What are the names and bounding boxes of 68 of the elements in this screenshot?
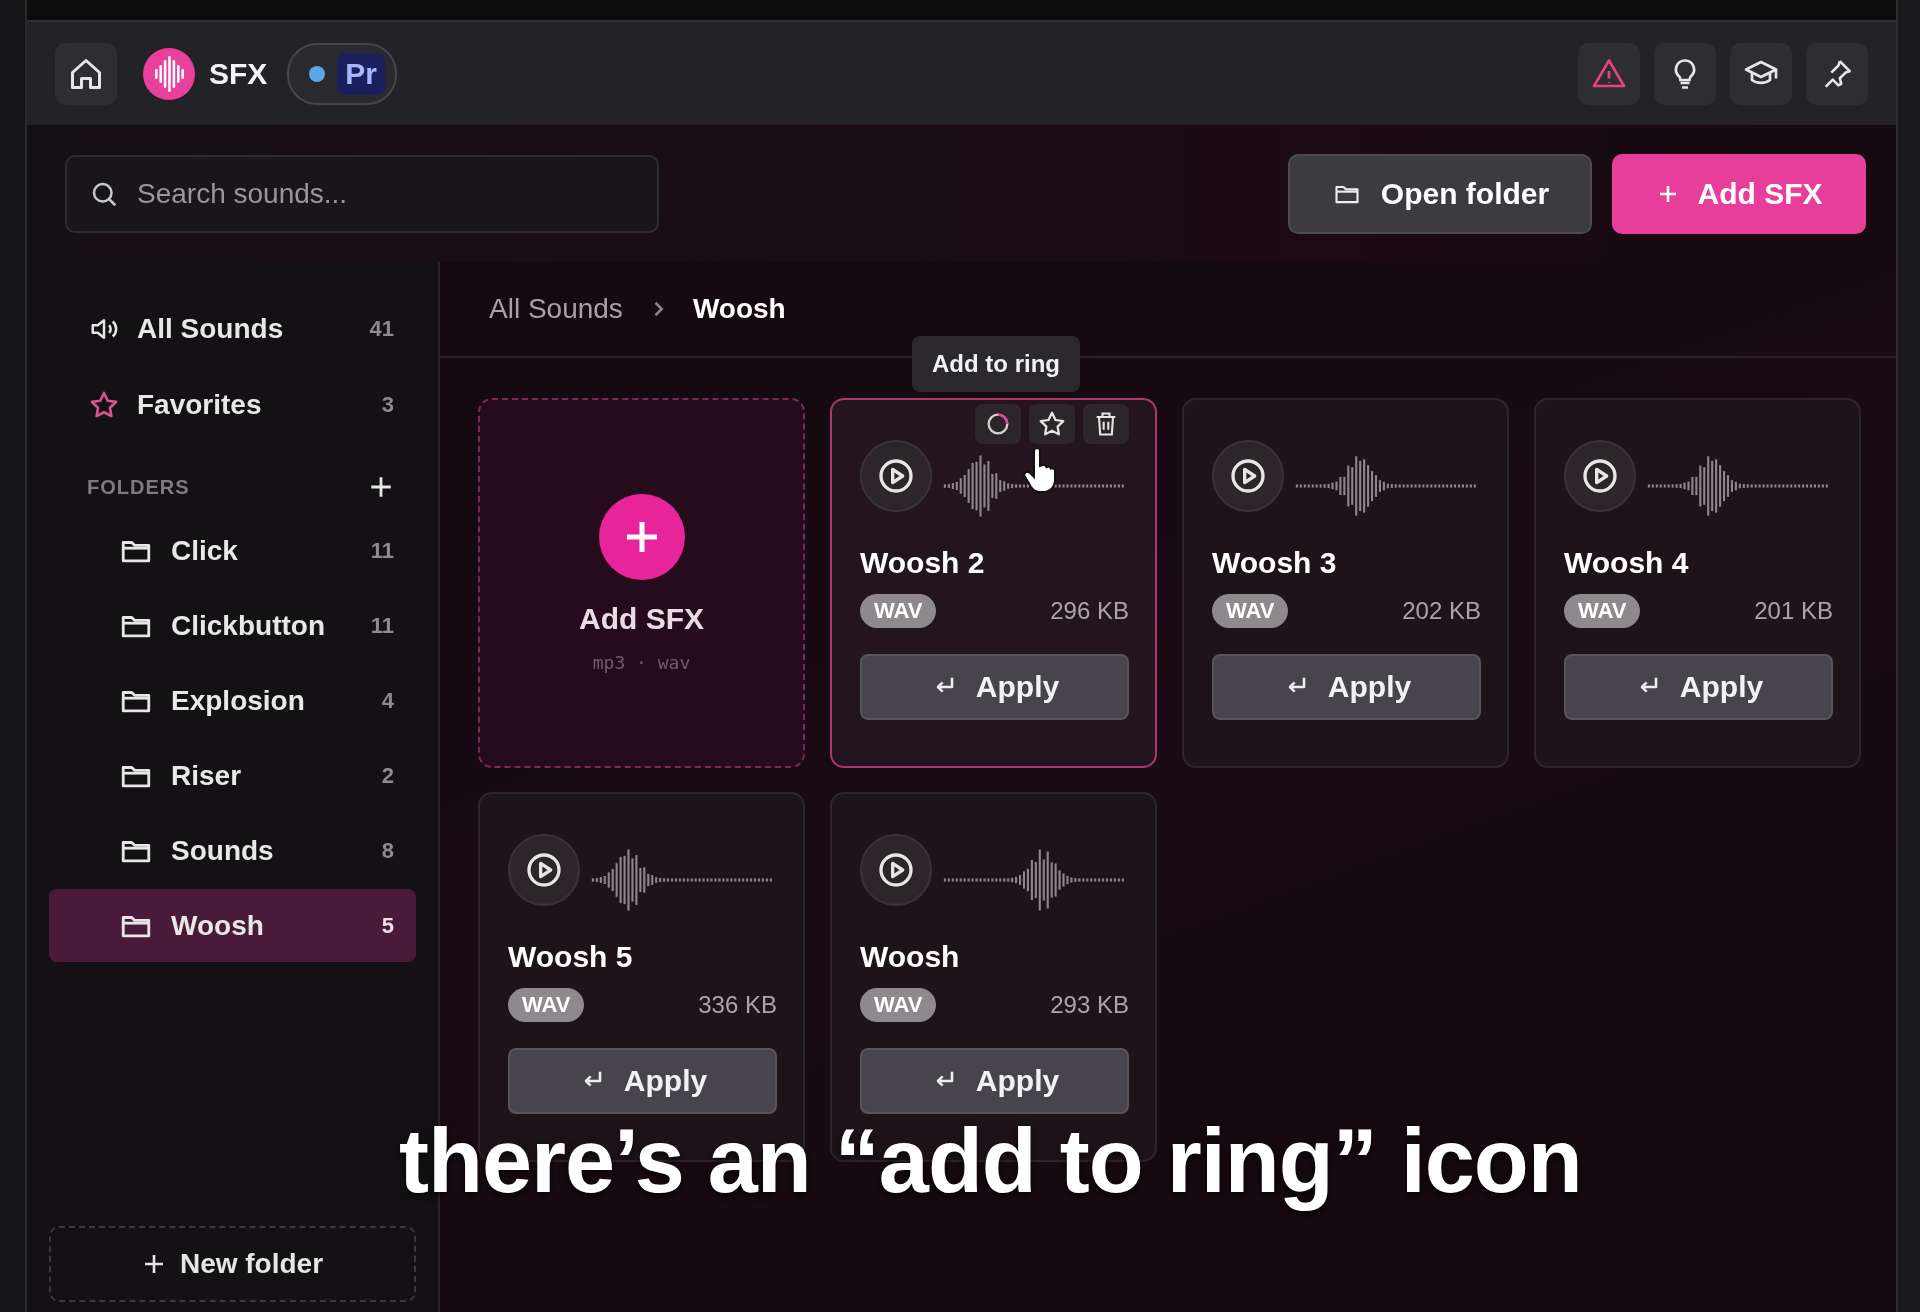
format-tag: WAV (508, 988, 585, 1022)
format-tag: WAV (860, 594, 937, 628)
item-count: 41 (369, 316, 394, 342)
play-icon (524, 850, 564, 890)
play-icon (1228, 456, 1268, 496)
folder-item[interactable]: Click 11 (49, 514, 416, 587)
folders-heading: FOLDERS (87, 475, 190, 499)
tooltip: Add to ring (912, 336, 1080, 392)
host-badge[interactable]: Pr (287, 42, 398, 105)
folder-item[interactable]: Woosh 5 (49, 889, 416, 962)
sound-title: Woosh 3 (1212, 546, 1338, 580)
apply-button[interactable]: Apply (508, 1048, 777, 1114)
breadcrumb-item: Woosh (692, 293, 786, 325)
format-tag: WAV (860, 988, 937, 1022)
apply-button[interactable]: Apply (1564, 654, 1833, 720)
delete-button[interactable] (1083, 404, 1129, 444)
item-count: 5 (381, 912, 394, 939)
format-tag: WAV (1564, 594, 1641, 628)
file-size: 293 KB (1050, 991, 1129, 1019)
add-icon (598, 493, 685, 580)
sound-title: Woosh 5 (508, 940, 634, 974)
sound-title: Woosh 2 (860, 546, 986, 580)
file-size: 296 KB (1050, 597, 1129, 625)
apply-button[interactable]: Apply (860, 654, 1129, 720)
play-icon (876, 850, 916, 890)
sound-card[interactable]: Woosh 3 WAV 202 KB Apply (1182, 398, 1509, 768)
item-count: 4 (381, 687, 394, 714)
new-folder-button[interactable]: New folder (49, 1226, 416, 1302)
folder-item[interactable]: Explosion 4 (49, 664, 416, 737)
format-tag: WAV (1212, 594, 1289, 628)
item-count: 2 (381, 762, 394, 789)
search-field[interactable]: Search sounds... (65, 154, 659, 233)
favorite-button[interactable] (1029, 404, 1075, 444)
pin-icon[interactable] (1806, 42, 1868, 105)
file-size: 201 KB (1754, 597, 1833, 625)
open-folder-button[interactable]: Open folder (1288, 153, 1592, 234)
lightbulb-icon[interactable] (1654, 42, 1716, 105)
sound-title: Woosh (860, 940, 961, 974)
format-hint: mp3 · wav (592, 651, 691, 673)
item-count: 11 (370, 612, 394, 639)
folder-item[interactable]: Riser 2 (49, 739, 416, 812)
graduation-cap-icon[interactable] (1730, 42, 1792, 105)
warning-icon[interactable] (1578, 42, 1640, 105)
folder-item[interactable]: Sounds 8 (49, 814, 416, 887)
logo-icon (143, 47, 195, 100)
sidebar-item[interactable]: All Sounds 41 (49, 292, 416, 366)
home-icon[interactable] (55, 42, 117, 105)
item-count: 8 (381, 837, 394, 864)
pointer-cursor-icon (1022, 448, 1058, 494)
play-icon (876, 456, 916, 496)
sound-card[interactable]: Woosh 4 WAV 201 KB Apply (1534, 398, 1861, 768)
apply-button[interactable]: Apply (860, 1048, 1129, 1114)
add-sfx-card[interactable]: Add SFX mp3 · wav (478, 398, 805, 768)
add-folder-icon[interactable] (368, 474, 394, 500)
play-icon (1580, 456, 1620, 496)
apply-button[interactable]: Apply (1212, 654, 1481, 720)
add-to-ring-button[interactable] (975, 404, 1021, 444)
add-sfx-label: Add SFX (579, 601, 704, 636)
item-count: 11 (370, 537, 394, 564)
breadcrumb-item[interactable]: All Sounds (489, 293, 623, 325)
sidebar-item[interactable]: Favorites 3 (49, 368, 416, 442)
add-sfx-button[interactable]: Add SFX (1612, 153, 1866, 234)
sound-title: Woosh 4 (1564, 546, 1690, 580)
item-count: 3 (381, 392, 394, 418)
file-size: 336 KB (698, 991, 777, 1019)
app-name: SFX (209, 56, 268, 91)
folder-item[interactable]: Clickbutton 11 (49, 589, 416, 662)
file-size: 202 KB (1402, 597, 1481, 625)
